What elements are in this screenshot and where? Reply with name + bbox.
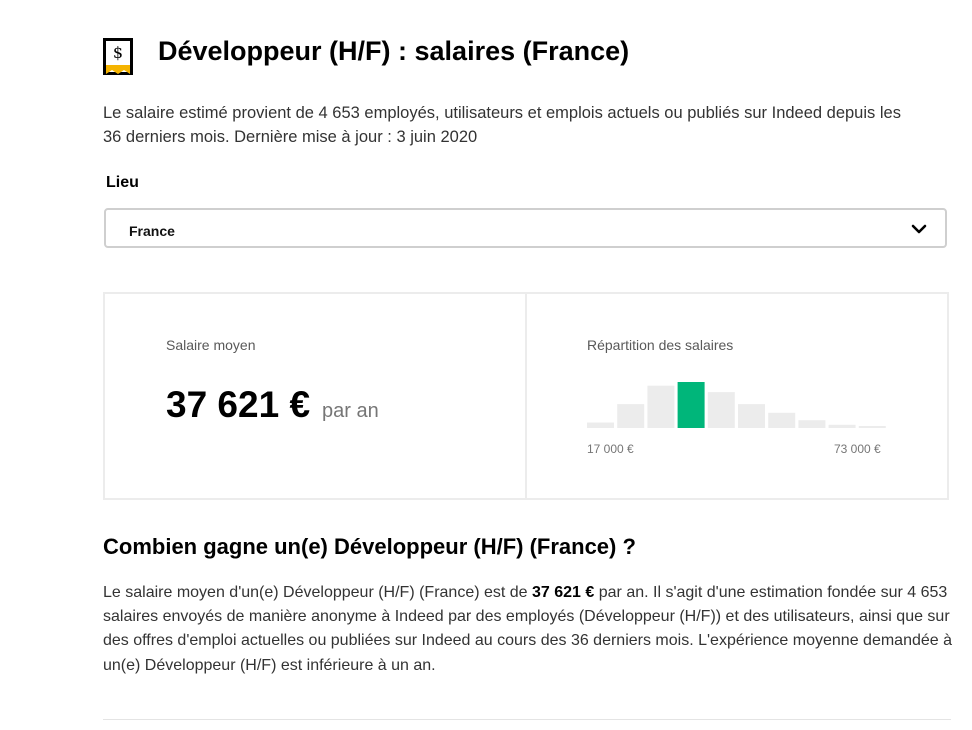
location-select[interactable]: France — [104, 208, 947, 248]
histogram-bar — [647, 385, 675, 428]
histogram-bar — [707, 392, 735, 428]
histogram-bar — [738, 404, 765, 428]
histogram-bar — [768, 412, 796, 428]
histogram-bar — [828, 424, 856, 428]
histogram-max-label: 73 000 € — [834, 442, 881, 456]
histogram-bar-highlight — [677, 382, 705, 428]
location-selected-value: France — [129, 223, 175, 239]
section-title: Combien gagne un(e) Développeur (H/F) (F… — [103, 534, 636, 559]
intro-text: Le salaire estimé provient de 4 653 empl… — [103, 104, 901, 146]
histogram-bar — [798, 420, 826, 428]
section-text-bold: 37 621 € — [532, 584, 595, 601]
histogram-bar — [858, 426, 886, 428]
distribution-label: Répartition des salaires — [587, 337, 734, 353]
average-salary-period: par an — [322, 400, 379, 422]
stats-divider — [525, 294, 527, 498]
histogram-bar — [617, 404, 645, 428]
svg-text:$: $ — [113, 43, 123, 62]
histogram-bar — [587, 422, 614, 428]
salary-receipt-icon: $ — [103, 38, 133, 75]
average-salary-label: Salaire moyen — [166, 337, 256, 353]
average-salary-value: 37 621 € — [166, 384, 311, 425]
salary-stats-panel: Salaire moyen 37 621 € par an Répartitio… — [103, 292, 949, 500]
section-divider — [103, 719, 951, 720]
location-label: Lieu — [106, 174, 139, 191]
chevron-down-icon — [911, 224, 927, 234]
page-title: Développeur (H/F) : salaires (France) — [158, 36, 630, 66]
salary-histogram — [587, 382, 886, 428]
section-body: Le salaire moyen d'un(e) Développeur (H/… — [103, 581, 963, 678]
section-text-before: Le salaire moyen d'un(e) Développeur (H/… — [103, 584, 533, 601]
histogram-min-label: 17 000 € — [587, 442, 634, 456]
